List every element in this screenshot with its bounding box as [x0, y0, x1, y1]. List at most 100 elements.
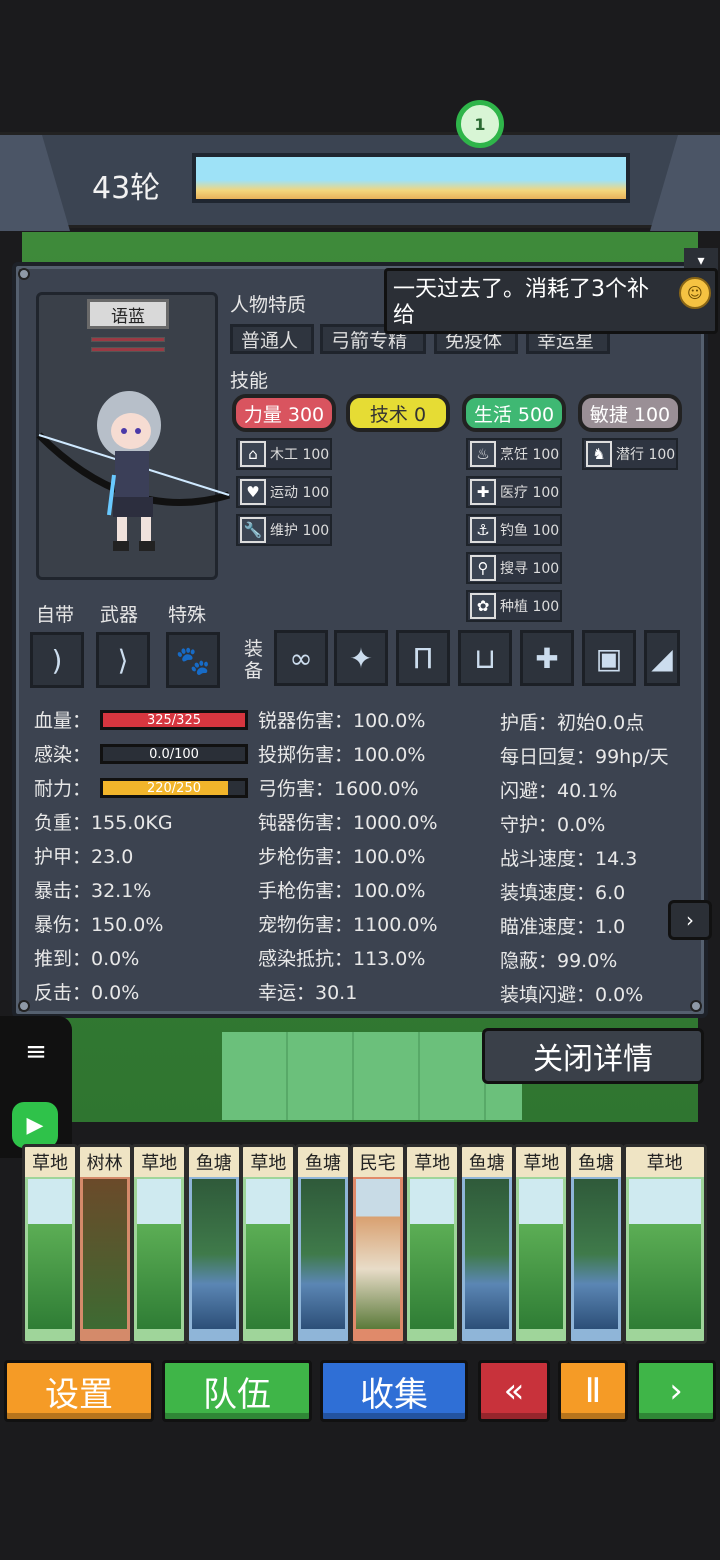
archer-sprite-icon: [36, 391, 231, 551]
terrain-card[interactable]: 民宅: [349, 1144, 406, 1344]
sub-skill[interactable]: ✿ 种植 100: [466, 590, 562, 622]
terrain-card-label: 草地: [625, 1147, 704, 1177]
equip-armor-icon[interactable]: ✦: [334, 630, 388, 686]
equip-pants-icon[interactable]: Π: [396, 630, 450, 686]
stat-line: 战斗速度：14.3: [500, 848, 638, 870]
equip-medkit-icon[interactable]: ✚: [520, 630, 574, 686]
terrain-card-art: [410, 1179, 455, 1329]
smiley-icon: ☺: [679, 277, 711, 309]
record-play-icon[interactable]: ▶: [12, 1102, 58, 1148]
terrain-card-art: [574, 1179, 618, 1329]
skill-life[interactable]: 生活 500: [462, 394, 566, 432]
sub-skill-label: 运动 100: [270, 485, 330, 501]
terrain-card[interactable]: 草地: [240, 1144, 297, 1344]
sub-skill-label: 潜行 100: [616, 447, 676, 463]
team-button[interactable]: 队伍: [162, 1360, 312, 1422]
settings-button[interactable]: 设置: [4, 1360, 154, 1422]
terrain-card[interactable]: 鱼塘: [458, 1144, 515, 1344]
header-wing-left: [0, 135, 70, 231]
sneak-icon: ♞: [586, 441, 612, 467]
terrain-card-art: [191, 1179, 236, 1329]
stat-line: 步枪伤害：100.0%: [258, 846, 426, 868]
next-page-arrow-icon[interactable]: ›: [668, 900, 712, 940]
stat-line: 感染抵抗：113.0%: [258, 948, 426, 970]
event-message: 一天过去了。消耗了3个补给 ☺: [384, 268, 718, 334]
terrain-card-art: [519, 1179, 564, 1329]
play-button[interactable]: ›: [636, 1360, 716, 1422]
terrain-card[interactable]: 鱼塘: [568, 1144, 624, 1344]
stat-line: 钝器伤害：1000.0%: [258, 812, 438, 834]
sub-skill[interactable]: ✚ 医疗 100: [466, 476, 562, 508]
round-marker-icon[interactable]: 1: [456, 100, 504, 148]
terrain-card-art: [246, 1179, 291, 1329]
terrain-card-label: 草地: [407, 1147, 458, 1177]
vital-label: 耐力：: [34, 778, 92, 800]
vital-value: 325/325: [146, 712, 201, 728]
stat-line: 手枪伤害：100.0%: [258, 880, 426, 902]
stat-line: 护盾：初始0.0点: [500, 712, 645, 734]
terrain-card[interactable]: 草地: [513, 1144, 570, 1344]
terrain-card[interactable]: 草地: [131, 1144, 188, 1344]
sub-skill-label: 搜寻 100: [500, 561, 560, 577]
terrain-card[interactable]: 草地: [404, 1144, 461, 1344]
sub-skill[interactable]: ♥ 运动 100: [236, 476, 332, 508]
sub-skill[interactable]: ⚲ 搜寻 100: [466, 552, 562, 584]
stat-line: 每日回复：99hp/天: [500, 746, 669, 768]
terrain-card[interactable]: 草地: [22, 1144, 78, 1344]
skills-title: 技能: [230, 370, 269, 392]
equip-bag-icon[interactable]: ⊔: [458, 630, 512, 686]
wrench-icon: 🔧: [240, 517, 266, 543]
character-portrait: 语蓝: [36, 292, 231, 580]
stat-line: 闪避：40.1%: [500, 780, 618, 802]
terrain-card[interactable]: 树林: [76, 1144, 133, 1344]
equip-backpack-icon[interactable]: ▣: [582, 630, 636, 686]
skill-agility[interactable]: 敏捷 100: [578, 394, 682, 432]
vital-label: 血量：: [34, 710, 92, 732]
terrain-card-label: 草地: [25, 1147, 75, 1177]
menu-icon[interactable]: ≡: [16, 1030, 56, 1074]
pot-icon: ♨: [470, 441, 496, 467]
traits-title: 人物特质: [230, 294, 307, 316]
pause-button[interactable]: Ⅱ: [558, 1360, 628, 1422]
stat-line: 护甲：23.0: [34, 846, 134, 868]
sub-skill-label: 种植 100: [500, 599, 560, 615]
event-message-text: 一天过去了。消耗了3个补给: [393, 277, 649, 328]
heart-icon: ♥: [240, 479, 266, 505]
round-header: 43轮: [0, 132, 720, 231]
terrain-card-art: [301, 1179, 345, 1329]
terrain-card[interactable]: 鱼塘: [185, 1144, 242, 1344]
stat-line: 守护：0.0%: [500, 814, 606, 836]
innate-slot-bow-icon[interactable]: ): [30, 632, 84, 688]
terrain-card-label: 鱼塘: [188, 1147, 239, 1177]
terrain-card-label: 草地: [243, 1147, 294, 1177]
trait-tag[interactable]: 普通人: [230, 324, 314, 354]
terrain-card-art: [28, 1179, 72, 1329]
sub-skill[interactable]: ⌂ 木工 100: [236, 438, 332, 470]
terrain-card[interactable]: 草地: [622, 1144, 707, 1344]
sub-skill[interactable]: ♞ 潜行 100: [582, 438, 678, 470]
stat-line: 负重：155.0KG: [34, 812, 173, 834]
sub-skill[interactable]: 🔧 维护 100: [236, 514, 332, 546]
weapon-slot-bow-icon[interactable]: ⟩: [96, 632, 150, 688]
skill-strength[interactable]: 力量 300: [232, 394, 336, 432]
equip-goggles-icon[interactable]: ∞: [274, 630, 328, 686]
terrain-card-art: [464, 1179, 509, 1329]
stat-line: 瞄准速度：1.0: [500, 916, 626, 938]
vital-bar: 220/250: [100, 778, 248, 798]
close-details-button[interactable]: 关闭详情: [482, 1028, 704, 1084]
sub-skill[interactable]: ⚓ 钓鱼 100: [466, 514, 562, 546]
terrain-card-art: [137, 1179, 182, 1329]
special-slot-pet-icon[interactable]: 🐾: [166, 632, 220, 688]
rewind-button[interactable]: «: [478, 1360, 550, 1422]
terrain-card-label: 民宅: [352, 1147, 403, 1177]
stat-line: 投掷伤害：100.0%: [258, 744, 426, 766]
collect-button[interactable]: 收集: [320, 1360, 468, 1422]
stat-line: 锐器伤害：100.0%: [258, 710, 426, 732]
stat-line: 弓伤害：1600.0%: [258, 778, 419, 800]
vital-bar: 0.0/100: [100, 744, 248, 764]
sub-skill[interactable]: ♨ 烹饪 100: [466, 438, 562, 470]
skill-technique[interactable]: 技术 0: [346, 394, 450, 432]
header-wing-right: [650, 135, 720, 231]
terrain-card[interactable]: 鱼塘: [295, 1144, 351, 1344]
equip-item-icon[interactable]: ◢: [644, 630, 680, 686]
